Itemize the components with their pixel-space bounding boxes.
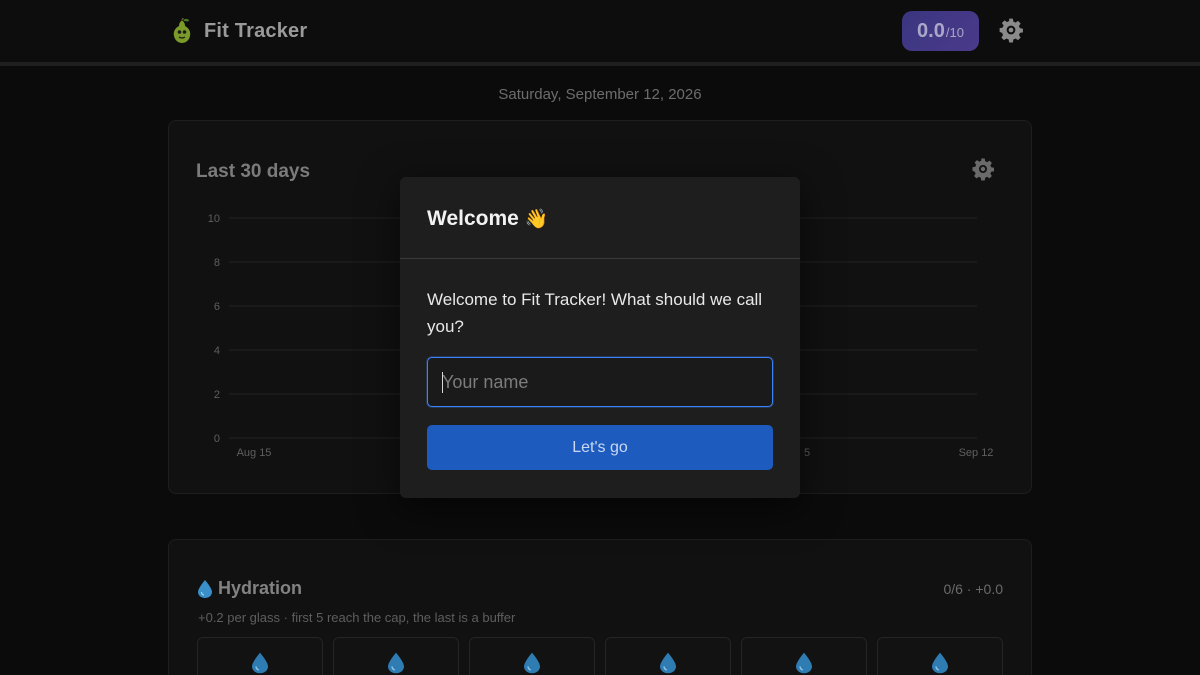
hydration-stats: 0/6 · +0.0 — [943, 581, 1003, 597]
water-drop-icon — [524, 652, 540, 674]
score-badge[interactable]: 0.0 /10 — [902, 11, 979, 51]
header-divider — [0, 62, 1200, 66]
score-value: 0.0 — [917, 20, 945, 42]
water-drop-icon — [796, 652, 812, 674]
pear-logo-icon — [173, 18, 191, 43]
hydration-glasses — [197, 637, 1003, 675]
gear-icon[interactable] — [998, 17, 1024, 43]
hydration-glass-button[interactable] — [605, 637, 731, 675]
water-drop-icon — [388, 652, 404, 674]
hydration-subtitle: +0.2 per glass · first 5 reach the cap, … — [198, 610, 516, 625]
y-tick-label: 8 — [214, 257, 220, 269]
x-tick-label: Aug 15 — [237, 447, 272, 459]
water-drop-icon — [660, 652, 676, 674]
welcome-modal: Welcome 👋 Welcome to Fit Tracker! What s… — [400, 177, 800, 498]
lets-go-button[interactable]: Let's go — [427, 425, 773, 470]
hydration-glass-button[interactable] — [197, 637, 323, 675]
app-header: Fit Tracker 0.0 /10 — [0, 0, 1200, 62]
current-date: Saturday, September 12, 2026 — [498, 86, 702, 103]
hydration-title: Hydration — [218, 578, 303, 598]
modal-header: Welcome 👋 — [400, 177, 800, 259]
brand: Fit Tracker — [170, 18, 307, 44]
hydration-glass-button[interactable] — [469, 637, 595, 675]
x-tick-label: 5 — [804, 447, 810, 459]
modal-title: Welcome — [427, 206, 519, 230]
water-drop-icon — [252, 652, 268, 674]
water-drop-icon — [932, 652, 948, 674]
hydration-glass-button[interactable] — [333, 637, 459, 675]
name-input[interactable] — [427, 357, 773, 407]
y-tick-label: 10 — [208, 213, 220, 225]
app-title: Fit Tracker — [204, 19, 308, 42]
hydration-glass-button[interactable] — [741, 637, 867, 675]
hydration-header: Hydration — [198, 578, 302, 599]
waving-hand-icon: 👋 — [524, 208, 549, 230]
hydration-card: Hydration 0/6 · +0.0 +0.2 per glass · fi… — [168, 539, 1032, 675]
modal-message: Welcome to Fit Tracker! What should we c… — [427, 290, 763, 336]
modal-body: Welcome to Fit Tracker! What should we c… — [400, 259, 800, 470]
y-tick-label: 2 — [214, 389, 220, 401]
x-tick-label: Sep 12 — [959, 447, 994, 459]
hydration-glass-button[interactable] — [877, 637, 1003, 675]
y-tick-label: 6 — [214, 301, 220, 313]
score-max: /10 — [945, 25, 964, 40]
y-tick-label: 4 — [214, 345, 220, 357]
text-caret — [442, 372, 443, 393]
y-tick-label: 0 — [214, 433, 220, 445]
water-drop-icon — [198, 579, 212, 598]
